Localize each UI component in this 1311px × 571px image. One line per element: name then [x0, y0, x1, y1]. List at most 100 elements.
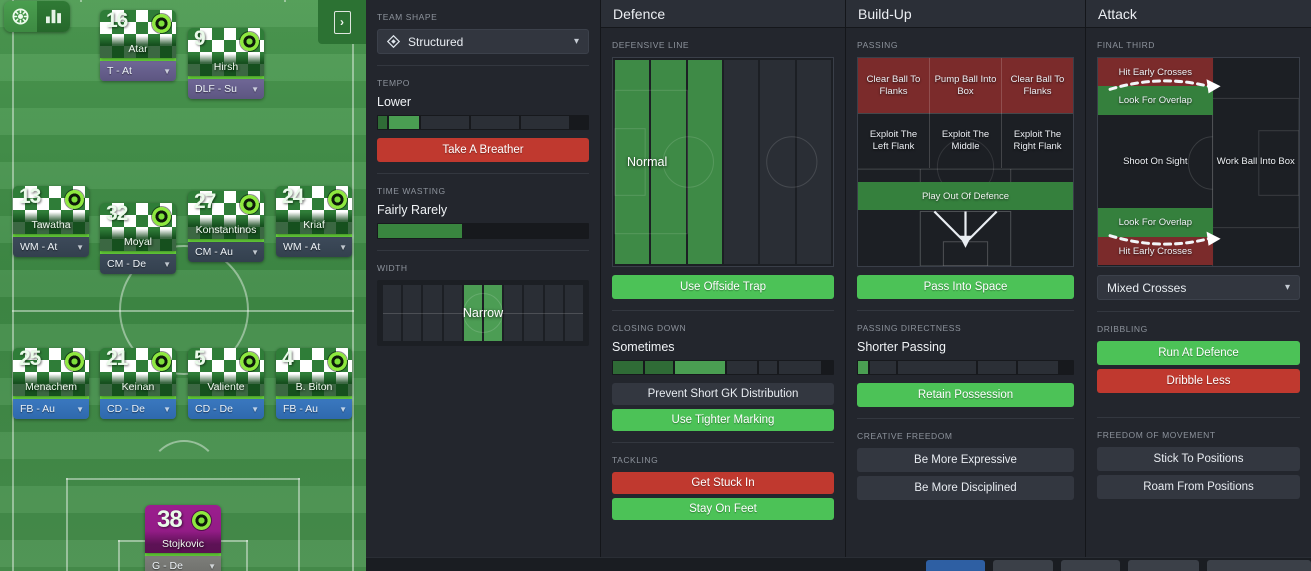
- player-kit: 24 Kriaf: [276, 186, 352, 234]
- player-role-dropdown[interactable]: FB - Au ▼: [276, 399, 352, 419]
- chevron-down-icon: ▼: [163, 259, 171, 269]
- slider-segment[interactable]: [858, 361, 868, 374]
- slider-segment[interactable]: [389, 116, 419, 129]
- player-card[interactable]: 27 Konstantinos CM - Au ▼: [188, 191, 264, 262]
- player-role-dropdown[interactable]: G - De ▼: [145, 556, 221, 571]
- passing-widget[interactable]: Clear Ball To Flanks Pump Ball Into Box …: [857, 57, 1074, 267]
- player-role-dropdown[interactable]: CD - De ▼: [100, 399, 176, 419]
- chevron-down-icon: ▼: [251, 247, 259, 257]
- player-role-label: WM - At: [20, 241, 58, 253]
- player-number: 24: [282, 186, 304, 208]
- player-card[interactable]: 16 Atar T - At ▼: [100, 10, 176, 81]
- slider-segment[interactable]: [675, 361, 725, 374]
- slider-segment[interactable]: [779, 361, 821, 374]
- time-wasting-slider[interactable]: [377, 223, 589, 239]
- slider-segment[interactable]: [898, 361, 976, 374]
- player-card[interactable]: 24 Kriaf WM - At ▼: [276, 186, 352, 257]
- slider-segment[interactable]: [471, 116, 519, 129]
- player-role-label: G - De: [152, 560, 183, 571]
- slider-segment[interactable]: [645, 361, 673, 374]
- player-role-dropdown[interactable]: CM - Au ▼: [188, 242, 264, 262]
- defence-column: Defence DEFENSIVE LINE Normal Use Offsid…: [600, 0, 845, 571]
- player-card[interactable]: 32 Moyal CM - De ▼: [100, 203, 176, 274]
- toolbar-button-5[interactable]: [1207, 560, 1311, 571]
- pass-into-space-button[interactable]: Pass Into Space: [857, 275, 1074, 299]
- defensive-line-label: DEFENSIVE LINE: [612, 40, 690, 50]
- player-role-dropdown[interactable]: CD - De ▼: [188, 399, 264, 419]
- team-shape-select[interactable]: Structured ▾: [377, 29, 589, 54]
- player-card[interactable]: 5 Valiente CD - De ▼: [188, 348, 264, 419]
- toolbar-button-2[interactable]: [993, 560, 1053, 571]
- use-tighter-marking-button[interactable]: Use Tighter Marking: [612, 409, 834, 431]
- toolbar-button-4[interactable]: [1128, 560, 1200, 571]
- player-role-dropdown[interactable]: T - At ▼: [100, 61, 176, 81]
- player-condition-icon: [65, 352, 84, 371]
- formation-view-button[interactable]: [4, 1, 37, 32]
- pitch-six-yard-bottom-right: [246, 540, 248, 571]
- expand-pitch-button[interactable]: ›: [333, 10, 351, 34]
- slider-segment[interactable]: [978, 361, 1016, 374]
- pitch-view-toggle[interactable]: [4, 1, 70, 32]
- chevron-down-icon: ▼: [251, 84, 259, 94]
- closing-down-slider[interactable]: [612, 360, 834, 375]
- player-card[interactable]: 9 Hirsh DLF - Su ▼: [188, 28, 264, 99]
- player-condition-icon: [240, 352, 259, 371]
- player-role-label: FB - Au: [283, 403, 319, 415]
- pitch-icon: [12, 8, 29, 25]
- slider-segment[interactable]: [378, 116, 387, 129]
- player-role-dropdown[interactable]: WM - At ▼: [13, 237, 89, 257]
- tempo-slider[interactable]: [377, 115, 589, 130]
- width-label: WIDTH: [377, 263, 408, 273]
- get-stuck-in-button[interactable]: Get Stuck In: [612, 472, 834, 494]
- slider-segment[interactable]: [613, 361, 643, 374]
- pitch-box-top-left: [80, 0, 82, 2]
- width-widget[interactable]: Narrow: [377, 280, 589, 346]
- player-name: B. Biton: [295, 381, 333, 393]
- player-role-dropdown[interactable]: WM - At ▼: [276, 237, 352, 257]
- slider-segment[interactable]: [1018, 361, 1058, 374]
- team-shape-column: TEAM SHAPE Structured ▾ TEMPO Lower Take…: [366, 0, 600, 571]
- passing-directness-value: Shorter Passing: [857, 340, 946, 354]
- player-name: Kriaf: [303, 219, 325, 231]
- toolbar-button-3[interactable]: [1060, 560, 1121, 571]
- player-role-dropdown[interactable]: CM - De ▼: [100, 254, 176, 274]
- roam-from-positions-button[interactable]: Roam From Positions: [1097, 475, 1300, 499]
- player-role-dropdown[interactable]: DLF - Su ▼: [188, 79, 264, 99]
- passing-directness-slider[interactable]: [857, 360, 1074, 375]
- stick-to-positions-button[interactable]: Stick To Positions: [1097, 447, 1300, 471]
- take-a-breather-button[interactable]: Take A Breather: [377, 138, 589, 162]
- player-condition-icon: [152, 14, 171, 33]
- stay-on-feet-button[interactable]: Stay On Feet: [612, 498, 834, 520]
- retain-possession-button[interactable]: Retain Possession: [857, 383, 1074, 407]
- use-offside-trap-button[interactable]: Use Offside Trap: [612, 275, 834, 299]
- player-condition-icon: [328, 352, 347, 371]
- toolbar-button-primary[interactable]: [926, 560, 986, 571]
- player-number: 38: [157, 506, 183, 533]
- player-card[interactable]: 25 Menachem FB - Au ▼: [13, 348, 89, 419]
- crosses-value: Mixed Crosses: [1107, 280, 1187, 295]
- player-card[interactable]: 4 B. Biton FB - Au ▼: [276, 348, 352, 419]
- divider-directness: [857, 418, 1074, 419]
- pitch-six-yard-bottom-left: [118, 540, 120, 571]
- dribble-less-button[interactable]: Dribble Less: [1097, 369, 1300, 393]
- prevent-short-gk-distribution-button[interactable]: Prevent Short GK Distribution: [612, 383, 834, 405]
- player-card[interactable]: 21 Keinan CD - De ▼: [100, 348, 176, 419]
- slider-segment[interactable]: [421, 116, 469, 129]
- player-role-dropdown[interactable]: FB - Au ▼: [13, 399, 89, 419]
- be-more-disciplined-button[interactable]: Be More Disciplined: [857, 476, 1074, 500]
- player-card[interactable]: 38 Stojkovic G - De ▼: [145, 505, 221, 571]
- final-third-widget[interactable]: Hit Early Crosses Look For Overlap Shoot…: [1097, 57, 1300, 267]
- player-name: Valiente: [207, 381, 245, 393]
- crosses-select[interactable]: Mixed Crosses ▾: [1097, 275, 1300, 300]
- stats-view-button[interactable]: [37, 1, 70, 32]
- be-more-expressive-button[interactable]: Be More Expressive: [857, 448, 1074, 472]
- player-card[interactable]: 13 Tawatha WM - At ▼: [13, 186, 89, 257]
- chevron-down-icon: ▼: [208, 561, 216, 571]
- player-condition-icon: [152, 207, 171, 226]
- slider-segment[interactable]: [759, 361, 777, 374]
- slider-segment[interactable]: [727, 361, 757, 374]
- run-at-defence-button[interactable]: Run At Defence: [1097, 341, 1300, 365]
- slider-segment[interactable]: [870, 361, 896, 374]
- slider-segment[interactable]: [521, 116, 569, 129]
- defensive-line-widget[interactable]: Normal: [612, 57, 834, 267]
